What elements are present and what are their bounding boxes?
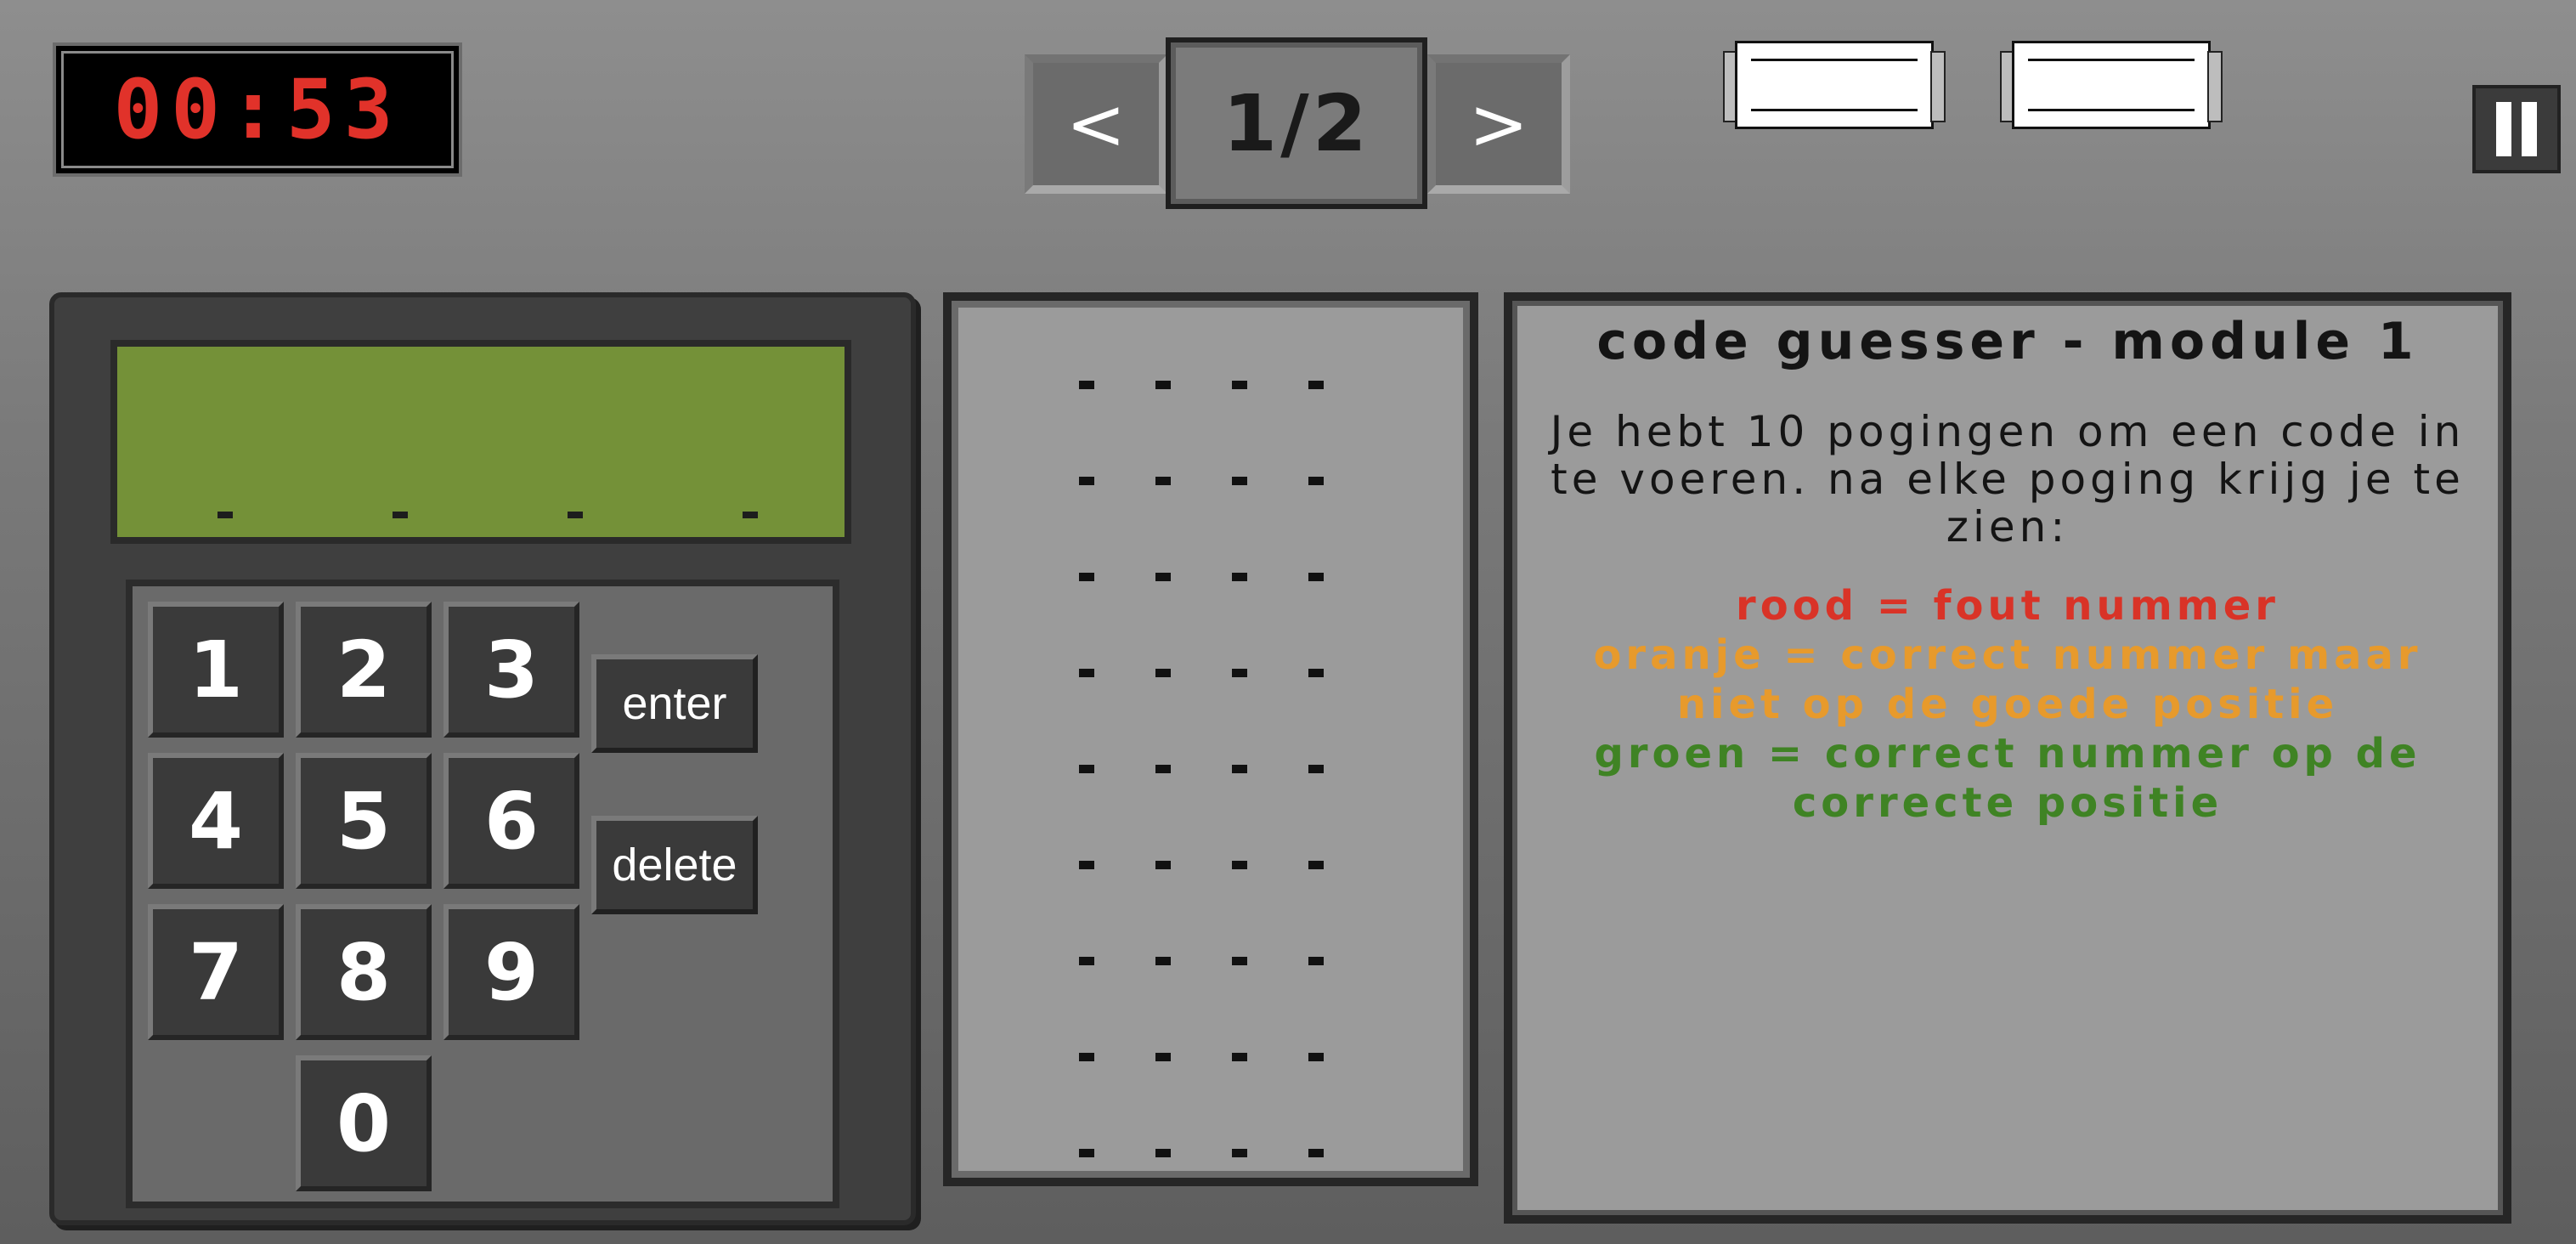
guess-slot [1232, 669, 1247, 677]
pause-button[interactable] [2472, 85, 2561, 173]
guess-slot [1232, 381, 1247, 389]
guess-slot [1155, 765, 1171, 773]
guess-slot [1079, 669, 1094, 677]
guess-slot [1079, 1053, 1094, 1061]
guess-slot [1308, 1053, 1324, 1061]
pause-icon [2496, 102, 2511, 156]
guess-slot [1079, 957, 1094, 965]
guess-slot [1232, 861, 1247, 869]
guess-slot [1232, 477, 1247, 485]
code-slot [568, 512, 583, 518]
guess-slot [1308, 477, 1324, 485]
guess-row [952, 669, 1470, 686]
guess-row [952, 1053, 1470, 1070]
guess-slot [1232, 1053, 1247, 1061]
prev-page-button[interactable]: < [1025, 54, 1167, 194]
guess-slot [1155, 861, 1171, 869]
guess-slot [1079, 573, 1094, 581]
enter-button[interactable]: enter [591, 654, 758, 753]
guess-slot [1155, 1149, 1171, 1157]
guess-slot [1232, 1149, 1247, 1157]
guess-row [952, 381, 1470, 398]
guess-row [952, 477, 1470, 494]
guess-history [943, 292, 1478, 1186]
guess-row [952, 1149, 1470, 1166]
code-slot [743, 512, 758, 518]
guess-slot [1308, 1149, 1324, 1157]
code-display [110, 340, 851, 544]
key-7[interactable]: 7 [148, 904, 284, 1040]
rule-red: rood = fout nummer [1736, 582, 2279, 630]
page-indicator: 1/2 [1166, 37, 1427, 209]
guess-row [952, 765, 1470, 782]
guess-slot [1308, 381, 1324, 389]
scroll-icon[interactable] [2000, 41, 2223, 129]
rule-orange: oranje = correct nummer maar niet op de … [1593, 631, 2422, 728]
keypad: 1 2 3 4 5 6 7 8 9 0 enter delete [126, 580, 839, 1208]
instructions-title: code guesser - module 1 [1596, 312, 2419, 371]
key-0[interactable]: 0 [296, 1055, 432, 1191]
guess-slot [1155, 957, 1171, 965]
guess-slot [1232, 957, 1247, 965]
guess-slot [1079, 477, 1094, 485]
rule-green: groen = correct nummer op de correcte po… [1594, 730, 2421, 827]
guess-slot [1155, 573, 1171, 581]
guess-slot [1232, 573, 1247, 581]
guess-slot [1308, 957, 1324, 965]
guess-slot [1079, 765, 1094, 773]
key-5[interactable]: 5 [296, 753, 432, 889]
key-6[interactable]: 6 [443, 753, 579, 889]
key-4[interactable]: 4 [148, 753, 284, 889]
delete-button[interactable]: delete [591, 816, 758, 914]
key-8[interactable]: 8 [296, 904, 432, 1040]
guess-slot [1308, 669, 1324, 677]
guess-slot [1079, 381, 1094, 389]
guess-slot [1079, 861, 1094, 869]
instructions-body: Je hebt 10 pogingen om een code in te vo… [1550, 407, 2466, 551]
code-slot [393, 512, 408, 518]
scroll-icon[interactable] [1723, 41, 1946, 129]
code-slot [217, 512, 233, 518]
guess-slot [1308, 573, 1324, 581]
guess-slot [1308, 861, 1324, 869]
guess-row [952, 861, 1470, 878]
guess-row [952, 573, 1470, 590]
timer-value: 00:53 [61, 51, 454, 168]
guess-slot [1079, 1149, 1094, 1157]
key-3[interactable]: 3 [443, 602, 579, 738]
guess-slot [1308, 765, 1324, 773]
key-9[interactable]: 9 [443, 904, 579, 1040]
instructions-panel: code guesser - module 1 Je hebt 10 pogin… [1504, 292, 2511, 1224]
key-2[interactable]: 2 [296, 602, 432, 738]
next-page-button[interactable]: > [1427, 54, 1570, 194]
guess-slot [1155, 381, 1171, 389]
guess-slot [1155, 1053, 1171, 1061]
pause-icon [2522, 102, 2537, 156]
guess-slot [1155, 669, 1171, 677]
key-1[interactable]: 1 [148, 602, 284, 738]
guess-row [952, 957, 1470, 974]
timer-display: 00:53 [53, 42, 462, 177]
guess-slot [1155, 477, 1171, 485]
guess-slot [1232, 765, 1247, 773]
